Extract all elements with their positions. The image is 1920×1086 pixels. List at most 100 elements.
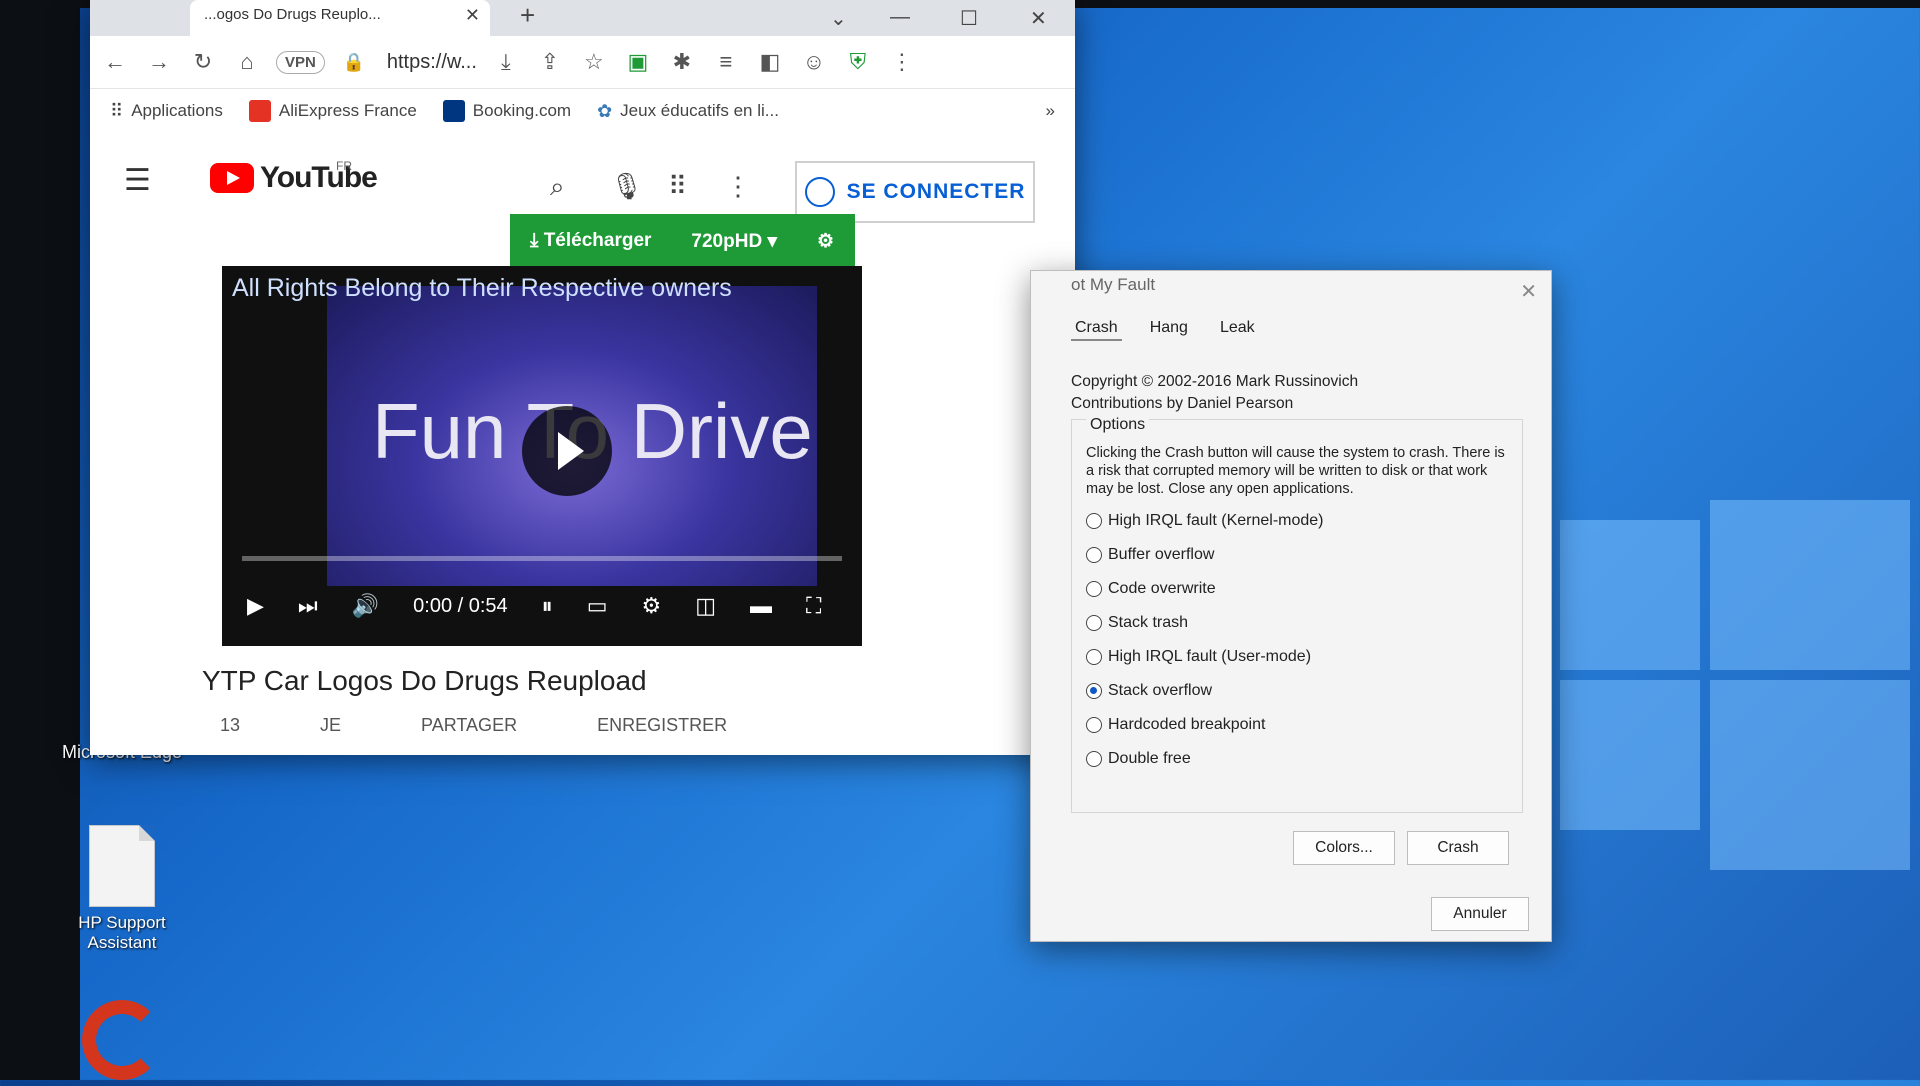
bookmark-applications[interactable]: ⠿ Applications [110, 101, 223, 122]
like-button[interactable]: 13 [220, 715, 240, 736]
big-play-button[interactable] [522, 406, 612, 496]
play-icon[interactable]: ▶ [247, 593, 264, 619]
crash-option-3[interactable]: Code overwrite [1086, 572, 1324, 606]
dialog-close-icon[interactable]: ✕ [1520, 279, 1537, 304]
download-label: Télécharger [543, 230, 652, 251]
radio-button[interactable] [1086, 717, 1102, 733]
fullscreen-icon[interactable]: ⛶ [806, 593, 821, 619]
reload-icon[interactable]: ↻ [188, 47, 218, 77]
share-icon[interactable]: ⇪ [535, 47, 565, 77]
colors-button[interactable]: Colors... [1293, 831, 1395, 865]
theater-mode-icon[interactable]: ▬ [750, 593, 772, 619]
share-button[interactable]: PARTAGER [421, 715, 517, 736]
account-icon [804, 177, 835, 207]
autoplay-toggle-icon[interactable]: ⏸ [542, 593, 553, 619]
tab-close-icon[interactable]: ✕ [465, 5, 480, 26]
radio-label: Hardcoded breakpoint [1108, 716, 1266, 733]
vpn-badge[interactable]: VPN [276, 50, 325, 74]
extension-translate-icon[interactable]: ▣ [623, 47, 653, 77]
browser-tab[interactable]: ...ogos Do Drugs Reuplo... ✕ [190, 0, 490, 36]
radio-label: Stack trash [1108, 614, 1189, 631]
maximize-icon[interactable]: ☐ [960, 6, 978, 31]
profile-icon[interactable]: ☺ [799, 47, 829, 77]
download-settings-icon[interactable]: ⚙ [817, 230, 834, 253]
browser-toolbar: ← → ↻ ⌂ VPN 🔒 https://w... ⤓ ⇪ ☆ ▣ ✱ ≡ ◧… [90, 36, 1075, 89]
crash-option-7[interactable]: Hardcoded breakpoint [1086, 708, 1324, 742]
radio-button[interactable] [1086, 581, 1102, 597]
crash-option-1[interactable]: High IRQL fault (Kernel-mode) [1086, 504, 1324, 538]
youtube-wordmark: YouTube [260, 161, 378, 194]
desktop-icon-ccleaner[interactable] [62, 1000, 182, 1086]
save-button[interactable]: ENREGISTRER [597, 715, 727, 736]
more-bookmarks-icon[interactable]: » [1046, 101, 1055, 121]
minimize-icon[interactable]: — [890, 6, 910, 29]
dialog-tabs: Crash Hang Leak [1071, 317, 1259, 341]
tab-hang[interactable]: Hang [1146, 317, 1192, 341]
forward-icon[interactable]: → [144, 47, 174, 77]
miniplayer-icon[interactable]: ◫ [695, 593, 716, 619]
tab-crash[interactable]: Crash [1071, 317, 1122, 341]
hamburger-menu-icon[interactable]: ☰ [124, 163, 151, 198]
cancel-button[interactable]: Annuler [1431, 897, 1529, 931]
shield-icon[interactable]: ⛨ [843, 47, 873, 77]
radio-button[interactable] [1086, 683, 1102, 699]
notmyfault-dialog: ot My Fault ✕ Crash Hang Leak Copyright … [1030, 270, 1552, 942]
bookmark-label: Applications [131, 101, 223, 120]
browser-menu-icon[interactable]: ⋮ [887, 47, 917, 77]
crash-button[interactable]: Crash [1407, 831, 1509, 865]
radio-button[interactable] [1086, 547, 1102, 563]
radio-button[interactable] [1086, 751, 1102, 767]
search-icon[interactable]: ⌕ [550, 171, 565, 203]
lock-icon: 🔒 [342, 51, 366, 72]
back-icon[interactable]: ← [100, 47, 130, 77]
player-controls: ▶ ⏭ 🔊 0:00 / 0:54 ⏸ ▭ ⚙ ◫ ▬ ⛶ [222, 581, 862, 631]
crash-option-5[interactable]: High IRQL fault (User-mode) [1086, 640, 1324, 674]
bookmark-star-icon[interactable]: ☆ [579, 47, 609, 77]
next-icon[interactable]: ⏭ [298, 593, 318, 619]
side-panel-icon[interactable]: ◧ [755, 47, 785, 77]
microphone-icon[interactable]: 🎙 [610, 171, 643, 202]
address-bar[interactable]: https://w... [387, 51, 477, 74]
desktop-icon-hp-support[interactable]: HP Support Assistant [62, 825, 182, 953]
crash-option-8[interactable]: Double free [1086, 742, 1324, 776]
youtube-header: ☰ YouTube FR ⌕ 🎙 ⠿ ⋮ SE CONNECTER [90, 133, 1075, 223]
extensions-puzzle-icon[interactable]: ✱ [667, 47, 697, 77]
bookmark-jeux[interactable]: ✿ Jeux éducatifs en li... [597, 101, 779, 122]
crash-option-2[interactable]: Buffer overflow [1086, 538, 1324, 572]
video-actions: 13 JE PARTAGER ENREGISTRER [220, 715, 727, 736]
tab-search-icon[interactable]: ⌄ [830, 6, 847, 31]
apps-icon[interactable]: ⠿ [668, 171, 687, 202]
quality-select[interactable]: 720pHD ▾ [691, 230, 777, 253]
reading-list-icon[interactable]: ≡ [711, 47, 741, 77]
radio-button[interactable] [1086, 513, 1102, 529]
radio-label: Code overwrite [1108, 580, 1216, 597]
tab-leak[interactable]: Leak [1216, 317, 1259, 341]
radio-button[interactable] [1086, 615, 1102, 631]
browser-window: ...ogos Do Drugs Reuplo... ✕ + ⌄ — ☐ ✕ ←… [90, 0, 1075, 755]
download-button[interactable]: ⤓ Télécharger [530, 230, 651, 252]
progress-bar[interactable] [242, 556, 842, 561]
bookmark-booking[interactable]: Booking.com [442, 100, 571, 122]
dislike-button[interactable]: JE [320, 715, 341, 736]
bookmark-label: Jeux éducatifs en li... [620, 101, 779, 120]
settings-icon[interactable]: ⚙ [641, 593, 661, 619]
crash-option-4[interactable]: Stack trash [1086, 606, 1324, 640]
crash-type-options: High IRQL fault (Kernel-mode) Buffer over… [1086, 504, 1324, 776]
crash-option-6[interactable]: Stack overflow [1086, 674, 1324, 708]
aliexpress-icon [248, 100, 271, 122]
close-window-icon[interactable]: ✕ [1030, 6, 1047, 31]
radio-button[interactable] [1086, 649, 1102, 665]
quality-label: 720pHD [691, 230, 763, 252]
subtitles-icon[interactable]: ▭ [587, 593, 608, 619]
shortcut-file-icon [89, 825, 155, 907]
sign-in-label: SE CONNECTER [846, 180, 1026, 203]
crash-warning: Clicking the Crash button will cause the… [1086, 445, 1505, 497]
new-tab-icon[interactable]: + [520, 0, 535, 31]
home-icon[interactable]: ⌂ [232, 47, 262, 77]
video-player[interactable]: All Rights Belong to Their Respective ow… [222, 266, 862, 646]
volume-icon[interactable]: 🔊 [352, 593, 379, 619]
booking-icon [442, 100, 465, 122]
bookmark-aliexpress[interactable]: AliExpress France [248, 100, 417, 122]
install-icon[interactable]: ⤓ [491, 47, 521, 77]
settings-menu-icon[interactable]: ⋮ [725, 171, 751, 202]
